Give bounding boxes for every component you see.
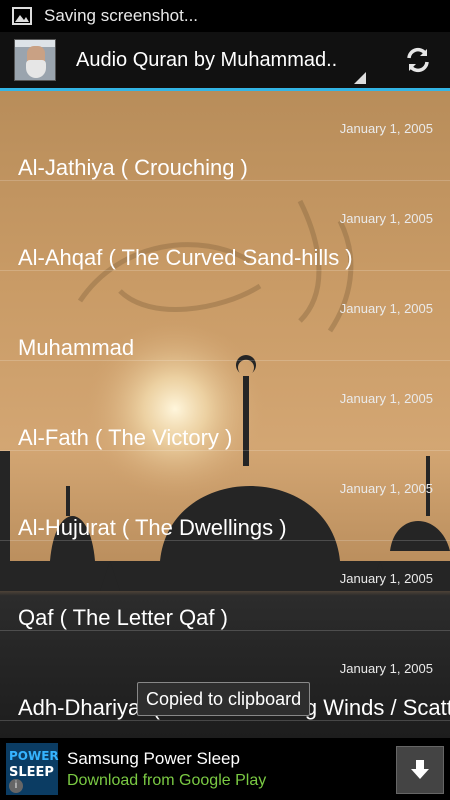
ad-title: Samsung Power Sleep <box>67 748 240 768</box>
item-date: January 1, 2005 <box>339 121 433 136</box>
list-item[interactable]: January 1, 2005 Al-Fath ( The Victory ) <box>0 361 450 451</box>
list-item[interactable]: January 1, 2005 Al-Jathiya ( Crouching ) <box>0 91 450 181</box>
list-item[interactable]: January 1, 2005 Al-Ahqaf ( The Curved Sa… <box>0 181 450 271</box>
ad-text: Samsung Power Sleep Download from Google… <box>67 749 266 790</box>
item-title: Al-Ahqaf ( The Curved Sand-hills ) <box>18 245 353 270</box>
status-text: Saving screenshot... <box>44 6 199 25</box>
spinner-indicator <box>354 72 366 84</box>
item-title: Muhammad <box>18 335 135 360</box>
list-item[interactable]: January 1, 2005 Al-Hujurat ( The Dwellin… <box>0 451 450 541</box>
item-title: Al-Jathiya ( Crouching ) <box>18 155 248 180</box>
image-icon <box>12 7 32 25</box>
item-date: January 1, 2005 <box>339 661 433 676</box>
item-date: January 1, 2005 <box>339 211 433 226</box>
toast-text: Copied to clipboard <box>146 688 302 709</box>
ad-logo[interactable]: POWER SLEEP i <box>6 743 59 795</box>
item-date: January 1, 2005 <box>339 301 433 316</box>
status-bar: Saving screenshot... <box>0 0 450 32</box>
ad-logo-line2: SLEEP <box>9 765 54 780</box>
download-icon <box>411 760 429 779</box>
list-item[interactable]: January 1, 2005 Muhammad <box>0 271 450 361</box>
info-icon[interactable]: i <box>9 779 23 793</box>
ad-banner[interactable]: POWER SLEEP i Samsung Power Sleep Downlo… <box>0 738 450 800</box>
item-title: Al-Hujurat ( The Dwellings ) <box>18 515 287 540</box>
content-area: January 1, 2005 Al-Jathiya ( Crouching )… <box>0 91 450 738</box>
refresh-button[interactable] <box>400 42 436 78</box>
item-date: January 1, 2005 <box>339 481 433 496</box>
item-date: January 1, 2005 <box>339 571 433 586</box>
item-date: January 1, 2005 <box>339 391 433 406</box>
ad-logo-line1: POWER <box>9 749 59 763</box>
list-item[interactable]: January 1, 2005 Qaf ( The Letter Qaf ) <box>0 541 450 631</box>
item-title: Al-Fath ( The Victory ) <box>18 425 233 450</box>
ad-subtitle: Download from Google Play <box>67 771 267 789</box>
app-title: Audio Quran by Muhammad.. <box>76 48 338 71</box>
refresh-icon <box>407 47 429 73</box>
action-bar: Audio Quran by Muhammad.. <box>0 32 450 88</box>
surah-list: January 1, 2005 Al-Jathiya ( Crouching )… <box>0 91 450 721</box>
ad-download-button[interactable] <box>396 746 444 794</box>
item-title: Qaf ( The Letter Qaf ) <box>18 605 228 630</box>
toast-message: Copied to clipboard <box>137 682 311 716</box>
app-icon[interactable] <box>14 39 56 81</box>
title-spinner[interactable]: Audio Quran by Muhammad.. <box>76 32 366 88</box>
